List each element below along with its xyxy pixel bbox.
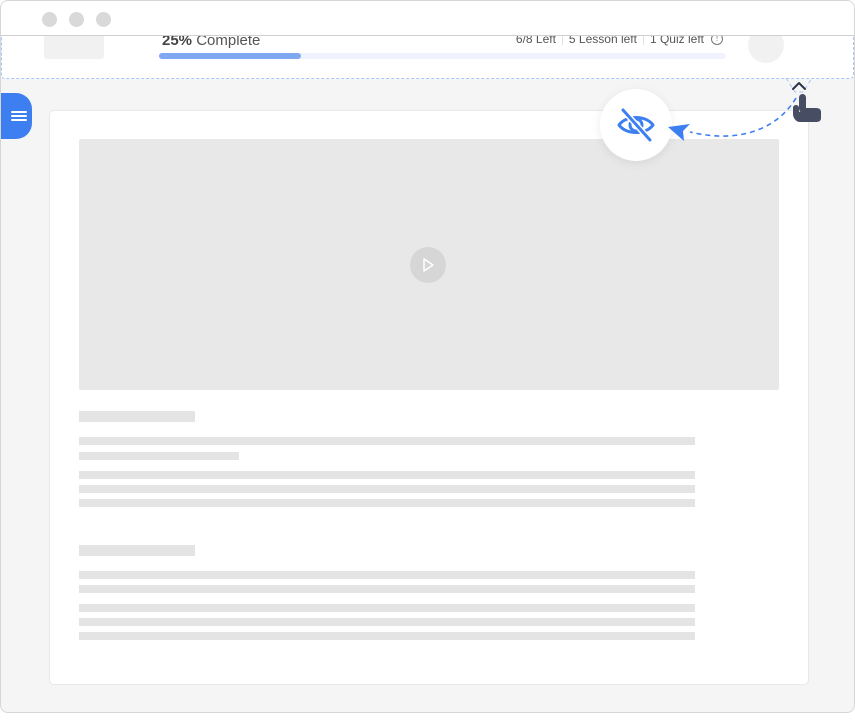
browser-window: 25% Complete 6/8 Left 5 Lesson left 1 Qu… [0,0,855,713]
skeleton-heading [79,545,195,556]
skeleton-line [79,452,239,460]
play-button[interactable] [410,247,446,283]
sidebar-toggle-button[interactable] [1,93,32,139]
video-placeholder[interactable] [79,139,779,390]
skeleton-heading [79,411,195,422]
progress-bar [159,53,726,59]
window-close-dot[interactable] [42,12,57,27]
window-minimize-dot[interactable] [69,12,84,27]
skeleton-line [79,499,695,507]
skeleton-line [79,571,695,579]
skeleton-line [79,632,695,640]
skeleton-line [79,485,695,493]
title-bar [1,1,854,36]
skeleton-line [79,437,695,445]
skeleton-line [79,585,695,593]
lesson-content-card [49,110,809,685]
skeleton-line [79,471,695,479]
skeleton-line [79,618,695,626]
progress-bar-fill [159,53,301,59]
focus-mode-button[interactable] [600,89,672,161]
menu-icon [11,111,27,123]
course-progress-header: 25% Complete 6/8 Left 5 Lesson left 1 Qu… [1,27,854,79]
window-maximize-dot[interactable] [96,12,111,27]
eye-off-icon [617,107,655,143]
play-icon [423,258,434,272]
skeleton-line [79,604,695,612]
